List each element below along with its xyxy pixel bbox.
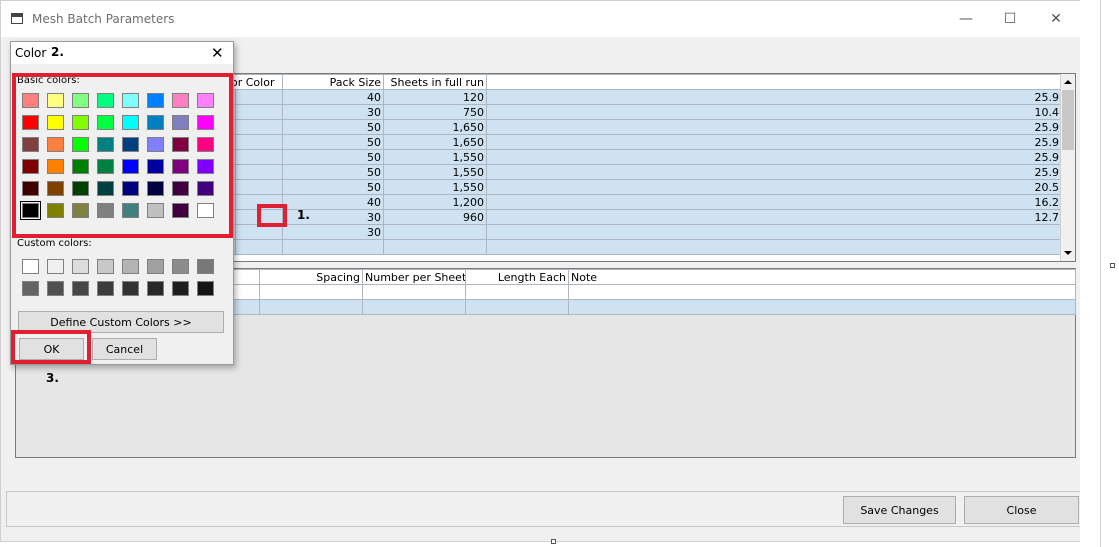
close-window-button[interactable]: ✕ <box>1033 1 1079 37</box>
sheets-cell[interactable] <box>383 239 487 255</box>
custom-color-swatch[interactable] <box>172 259 189 274</box>
run-hours-cell[interactable] <box>486 224 1062 240</box>
pack-size-cell[interactable]: 50 <box>282 179 384 195</box>
spacer-cell <box>235 104 283 120</box>
pack-size-cell[interactable]: 40 <box>282 89 384 105</box>
detail-col-number-per-sheet[interactable]: Number per Sheet <box>362 269 466 285</box>
custom-colors-grid <box>11 42 233 302</box>
detail-col-note[interactable]: Note <box>568 269 1076 285</box>
window-edge-line <box>1100 0 1101 547</box>
custom-color-swatch[interactable] <box>122 259 139 274</box>
annotation-box-dropdown <box>257 204 287 227</box>
annotation-box-ok <box>11 330 91 364</box>
run-hours-cell[interactable]: 25.9 <box>486 119 1062 135</box>
custom-color-swatch[interactable] <box>22 281 39 296</box>
color-dialog: Color 2. ✕ Basic colors: Custom colors: … <box>10 41 234 365</box>
custom-color-swatch[interactable] <box>97 259 114 274</box>
title-bar: Mesh Batch Parameters — ☐ ✕ <box>1 1 1081 37</box>
spacer-cell <box>235 149 283 165</box>
col-header-run-hours[interactable] <box>486 74 1062 90</box>
sheets-cell[interactable] <box>383 224 487 240</box>
sheets-cell[interactable]: 1,650 <box>383 134 487 150</box>
resize-handle[interactable] <box>1110 263 1115 268</box>
pack-size-cell[interactable]: 50 <box>282 119 384 135</box>
close-button[interactable]: Close <box>964 496 1079 524</box>
run-hours-cell[interactable]: 25.9 <box>486 134 1062 150</box>
custom-color-swatch[interactable] <box>72 281 89 296</box>
pack-size-cell[interactable] <box>282 239 384 255</box>
sheets-cell[interactable]: 1,550 <box>383 149 487 165</box>
resize-handle[interactable] <box>551 539 556 544</box>
col-header-sheets[interactable]: Sheets in full run <box>383 74 487 90</box>
spacer-cell <box>235 119 283 135</box>
sheets-cell[interactable]: 120 <box>383 89 487 105</box>
run-hours-cell[interactable]: 16.2 <box>486 194 1062 210</box>
spacer-cell <box>235 89 283 105</box>
annotation-step-1: 1. <box>297 208 310 222</box>
cancel-button[interactable]: Cancel <box>92 338 157 360</box>
window-title: Mesh Batch Parameters <box>32 12 175 26</box>
app-icon <box>11 13 23 24</box>
minimize-button[interactable]: — <box>943 1 989 37</box>
pack-size-cell[interactable]: 30 <box>282 224 384 240</box>
pack-size-cell[interactable]: 30 <box>282 104 384 120</box>
pack-size-cell[interactable]: 50 <box>282 134 384 150</box>
sheets-cell[interactable]: 750 <box>383 104 487 120</box>
custom-color-swatch[interactable] <box>197 259 214 274</box>
run-hours-cell[interactable]: 20.5 <box>486 179 1062 195</box>
custom-color-swatch[interactable] <box>197 281 214 296</box>
detail-col-spacing[interactable]: Spacing <box>259 269 363 285</box>
annotation-step-3: 3. <box>46 371 59 385</box>
batch-grid-scrollbar[interactable] <box>1060 74 1075 261</box>
custom-color-swatch[interactable] <box>172 281 189 296</box>
custom-color-swatch[interactable] <box>72 259 89 274</box>
custom-color-swatch[interactable] <box>97 281 114 296</box>
custom-color-swatch[interactable] <box>147 281 164 296</box>
run-hours-cell[interactable]: 12.7 <box>486 209 1062 225</box>
custom-color-swatch[interactable] <box>147 259 164 274</box>
pack-size-cell[interactable]: 50 <box>282 164 384 180</box>
scroll-thumb[interactable] <box>1062 90 1074 150</box>
maximize-button[interactable]: ☐ <box>987 1 1033 37</box>
custom-color-swatch[interactable] <box>47 259 64 274</box>
custom-color-swatch[interactable] <box>47 281 64 296</box>
scroll-down-icon[interactable] <box>1064 251 1072 255</box>
sheets-cell[interactable]: 960 <box>383 209 487 225</box>
detail-col-length-each[interactable]: Length Each <box>465 269 569 285</box>
run-hours-cell[interactable]: 25.9 <box>486 149 1062 165</box>
scroll-up-icon[interactable] <box>1064 80 1072 84</box>
run-hours-cell[interactable]: 25.9 <box>486 89 1062 105</box>
run-hours-cell[interactable]: 25.9 <box>486 164 1062 180</box>
save-changes-button[interactable]: Save Changes <box>843 496 956 524</box>
custom-color-swatch[interactable] <box>122 281 139 296</box>
run-hours-cell[interactable] <box>486 239 1062 255</box>
sheets-cell[interactable]: 1,200 <box>383 194 487 210</box>
pack-size-cell[interactable]: 50 <box>282 149 384 165</box>
col-header-pack-size[interactable]: Pack Size <box>282 74 384 90</box>
spacer-cell <box>235 134 283 150</box>
sheets-cell[interactable]: 1,550 <box>383 179 487 195</box>
spacer-cell <box>235 164 283 180</box>
spacer-cell <box>235 239 283 255</box>
sheets-cell[interactable]: 1,550 <box>383 164 487 180</box>
run-hours-cell[interactable]: 10.4 <box>486 104 1062 120</box>
custom-color-swatch[interactable] <box>22 259 39 274</box>
spacer-cell <box>235 179 283 195</box>
sheets-cell[interactable]: 1,650 <box>383 119 487 135</box>
